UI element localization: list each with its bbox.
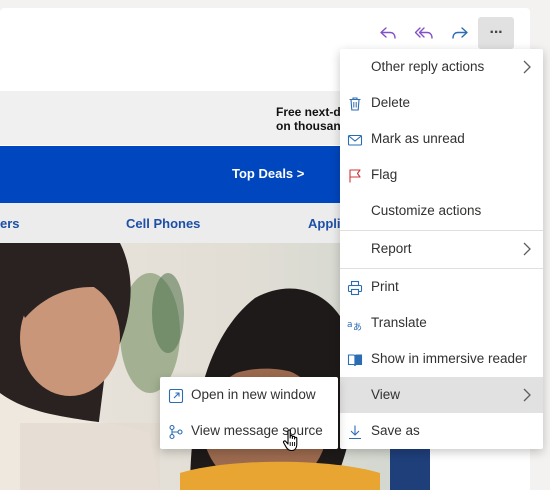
chevron-right-icon (523, 242, 531, 256)
envelope-icon (347, 134, 363, 146)
reply-button[interactable] (370, 17, 406, 49)
new-window-icon (168, 388, 184, 404)
menu-item-view[interactable]: View (340, 377, 543, 413)
forward-icon (452, 27, 468, 39)
message-source-icon (169, 424, 183, 440)
svg-text:a: a (347, 320, 353, 330)
menu-item-other-reply-actions[interactable]: Other reply actions (340, 49, 543, 85)
submenu-item-view-message-source[interactable]: View message source (160, 413, 338, 449)
menu-item-mark-as-unread[interactable]: Mark as unread (340, 121, 543, 157)
menu-item-delete[interactable]: Delete (340, 85, 543, 121)
more-actions-button[interactable]: ··· (478, 17, 514, 49)
reply-icon (380, 27, 396, 39)
download-icon (349, 425, 361, 440)
printer-icon (347, 280, 363, 296)
message-toolbar: ··· (370, 17, 514, 49)
menu-item-report[interactable]: Report (340, 231, 543, 267)
hand-cursor-icon (282, 429, 298, 452)
translate-icon: a あ (347, 320, 362, 332)
svg-text:あ: あ (353, 322, 362, 332)
menu-item-flag[interactable]: Flag (340, 157, 543, 193)
menu-item-immersive-reader[interactable]: Show in immersive reader (340, 341, 543, 377)
forward-button[interactable] (442, 17, 478, 49)
flag-icon (349, 169, 361, 183)
more-actions-menu: Other reply actions Delete Mark as unrea… (340, 49, 543, 449)
nav-link-cell-phones[interactable]: Cell Phones (126, 216, 200, 231)
submenu-item-open-in-new-window[interactable]: Open in new window (160, 377, 338, 413)
more-actions-icon: ··· (489, 24, 504, 41)
menu-item-translate[interactable]: a あ Translate (340, 305, 543, 341)
immersive-reader-icon (347, 354, 363, 367)
nav-link-appliances[interactable]: Appli (308, 216, 341, 231)
menu-item-print[interactable]: Print (340, 269, 543, 305)
menu-item-customize-actions[interactable]: Customize actions (340, 193, 543, 229)
menu-item-save-as[interactable]: Save as (340, 413, 543, 449)
chevron-right-icon (523, 388, 531, 402)
chevron-right-icon (523, 60, 531, 74)
top-deals-link[interactable]: Top Deals > (232, 166, 304, 181)
reply-all-icon (414, 27, 433, 39)
reply-all-button[interactable] (406, 17, 442, 49)
view-submenu: Open in new window View message source (160, 377, 338, 449)
nav-link-computers[interactable]: ers (0, 216, 20, 231)
shipping-text: Free next-d on thousan (276, 105, 341, 133)
trash-icon (349, 97, 361, 111)
